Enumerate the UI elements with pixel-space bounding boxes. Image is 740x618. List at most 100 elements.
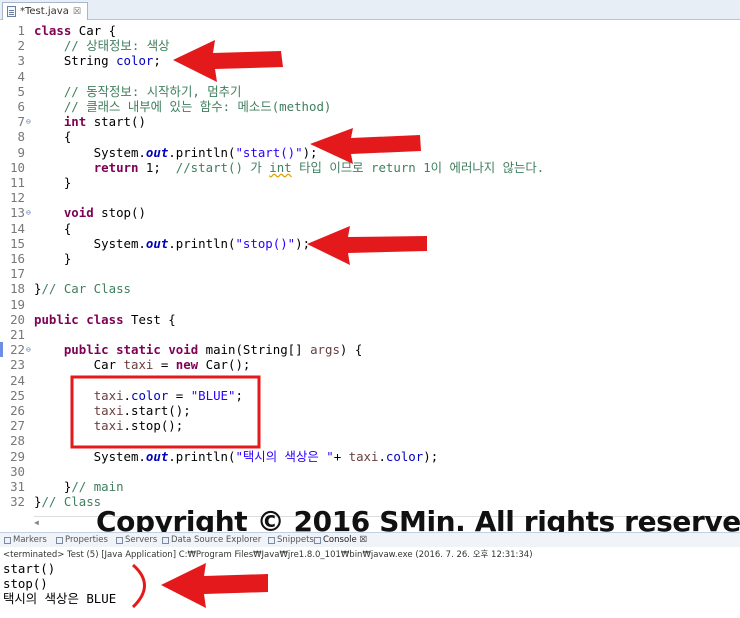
console-output: start() stop() 택시의 색상은 BLUE [3,561,116,607]
code-line[interactable]: 23 Car taxi = new Car(); [0,357,740,372]
line-number: 9 [17,144,25,160]
line-number: 21 [10,327,25,342]
line-number: 23 [10,357,25,373]
fold-icon[interactable]: ⊖ [26,209,32,217]
code-line[interactable]: 30 [0,464,740,479]
code-text: }// Class [34,494,102,510]
view-tab[interactable]: Console ☒ [314,535,367,545]
code-line[interactable]: 7 ⊖ int start() [0,114,740,129]
code-text: } [34,175,72,190]
line-number: 16 [10,251,25,266]
line-number: 19 [10,296,25,312]
scroll-left-icon[interactable]: ◀ [34,518,39,527]
line-number: 10 [10,159,25,175]
line-number: 28 [10,433,25,449]
code-line[interactable]: 18 }// Car Class [0,281,740,296]
code-line[interactable]: 17 [0,266,740,281]
line-number: 22 [10,342,25,358]
tab-test-java[interactable]: *Test.java ☒ [2,2,88,20]
code-line[interactable]: 5 // 동작정보: 시작하기, 멈추기 [0,84,740,99]
view-tab-label: Data Source Explorer [171,535,262,545]
fold-icon[interactable]: ⊖ [26,346,32,354]
code-line[interactable]: 28 [0,433,740,448]
line-number: 32 [10,494,25,510]
code-text: System.out.println("택시의 색상은 "+ taxi.colo… [34,448,439,464]
code-line[interactable]: 10 return 1; //start() 가 int 타입 이므로 retu… [0,160,740,175]
code-text: { [34,129,72,145]
code-line[interactable]: 25 taxi.color = "BLUE"; [0,388,740,403]
line-number: 30 [10,463,25,479]
code-line[interactable]: 21 [0,327,740,342]
code-line[interactable]: 20 public class Test { [0,312,740,327]
view-tab[interactable]: Servers [116,535,157,545]
fold-icon[interactable]: ⊖ [26,118,32,126]
view-tab-bar: Markers Properties Servers Data Source Expl… [0,532,740,547]
code-line[interactable]: 15 System.out.println("stop()"); [0,236,740,251]
view-icon [4,536,11,544]
console-status: <terminated> Test (5) [Java Application]… [3,550,533,560]
code-text: taxi.stop(); [93,418,184,434]
editor-tab-bar: *Test.java ☒ [0,0,740,20]
line-number: 17 [10,266,25,282]
console-line: stop() [3,576,48,592]
view-tab-label: Console ☒ [323,535,368,545]
code-line[interactable]: 13 ⊖ void stop() [0,205,740,220]
line-number: 25 [10,387,25,403]
view-tab[interactable]: Markers [4,535,47,545]
code-text: // 상태정보: 색상 [63,38,170,54]
code-line[interactable]: 27 taxi.stop(); [0,418,740,433]
line-number: 1 [17,23,25,38]
code-line[interactable]: 12 [0,190,740,205]
view-icon [116,536,123,544]
view-icon [56,536,63,544]
code-line[interactable]: 14 { [0,221,740,236]
line-number: 15 [10,235,25,251]
code-text: public static void main(String[] args) { [63,342,363,358]
code-text: String color; [34,53,161,69]
close-icon[interactable]: ☒ [73,7,81,17]
tab-title: *Test.java [20,6,69,17]
view-icon [268,536,275,544]
code-text: }// main [34,479,124,494]
view-tab[interactable]: Data Source Explorer [162,535,261,545]
code-text: { [34,220,72,236]
code-line[interactable]: 4 [0,69,740,84]
code-line[interactable]: 16 } [0,251,740,266]
line-number: 18 [10,281,25,297]
code-text: return 1; //start() 가 int 타입 이므로 return … [93,159,545,175]
code-line[interactable]: 19 [0,297,740,312]
line-number: 4 [17,68,25,84]
console-line: 택시의 색상은 BLUE [3,591,117,607]
line-number: 12 [10,190,25,206]
console-line: start() [3,561,56,576]
line-number: 24 [10,372,25,388]
code-line[interactable]: 8 { [0,129,740,144]
line-number: 2 [17,38,25,54]
code-text: System.out.println("start()"); [34,144,318,160]
code-line[interactable]: 9 System.out.println("start()"); [0,145,740,160]
code-line[interactable]: 1 class Car { [0,23,740,38]
code-editor[interactable]: 1 class Car {2 // 상태정보: 색상 3 String color;… [0,20,740,527]
view-tab[interactable]: Snippets [268,535,314,545]
code-text: }// Car Class [34,281,131,297]
line-number: 6 [17,99,25,114]
view-icon [314,536,321,544]
code-text: } [34,251,72,266]
code-text: void stop() [63,205,146,221]
code-line[interactable]: 22 ⊖ public static void main(String[] arg… [0,342,740,358]
code-line[interactable]: 6 // 클래스 내부에 있는 함수: 메소드(method) [0,99,740,114]
code-line[interactable]: 11 } [0,175,740,190]
code-line[interactable]: 26 taxi.start(); [0,403,740,418]
view-icon [162,536,169,544]
code-line[interactable]: 31 }// main [0,479,740,494]
line-number: 3 [17,53,25,69]
line-number: 31 [10,479,25,494]
code-line[interactable]: 2 // 상태정보: 색상 [0,38,740,53]
code-line[interactable]: 24 [0,373,740,388]
view-tab-label: Properties [65,535,108,545]
code-line[interactable]: 29 System.out.println("택시의 색상은 "+ taxi.c… [0,449,740,464]
view-tab-label: Markers [13,535,47,545]
view-tab[interactable]: Properties [56,535,108,545]
line-number: 14 [10,220,25,236]
code-line[interactable]: 3 String color; [0,53,740,68]
